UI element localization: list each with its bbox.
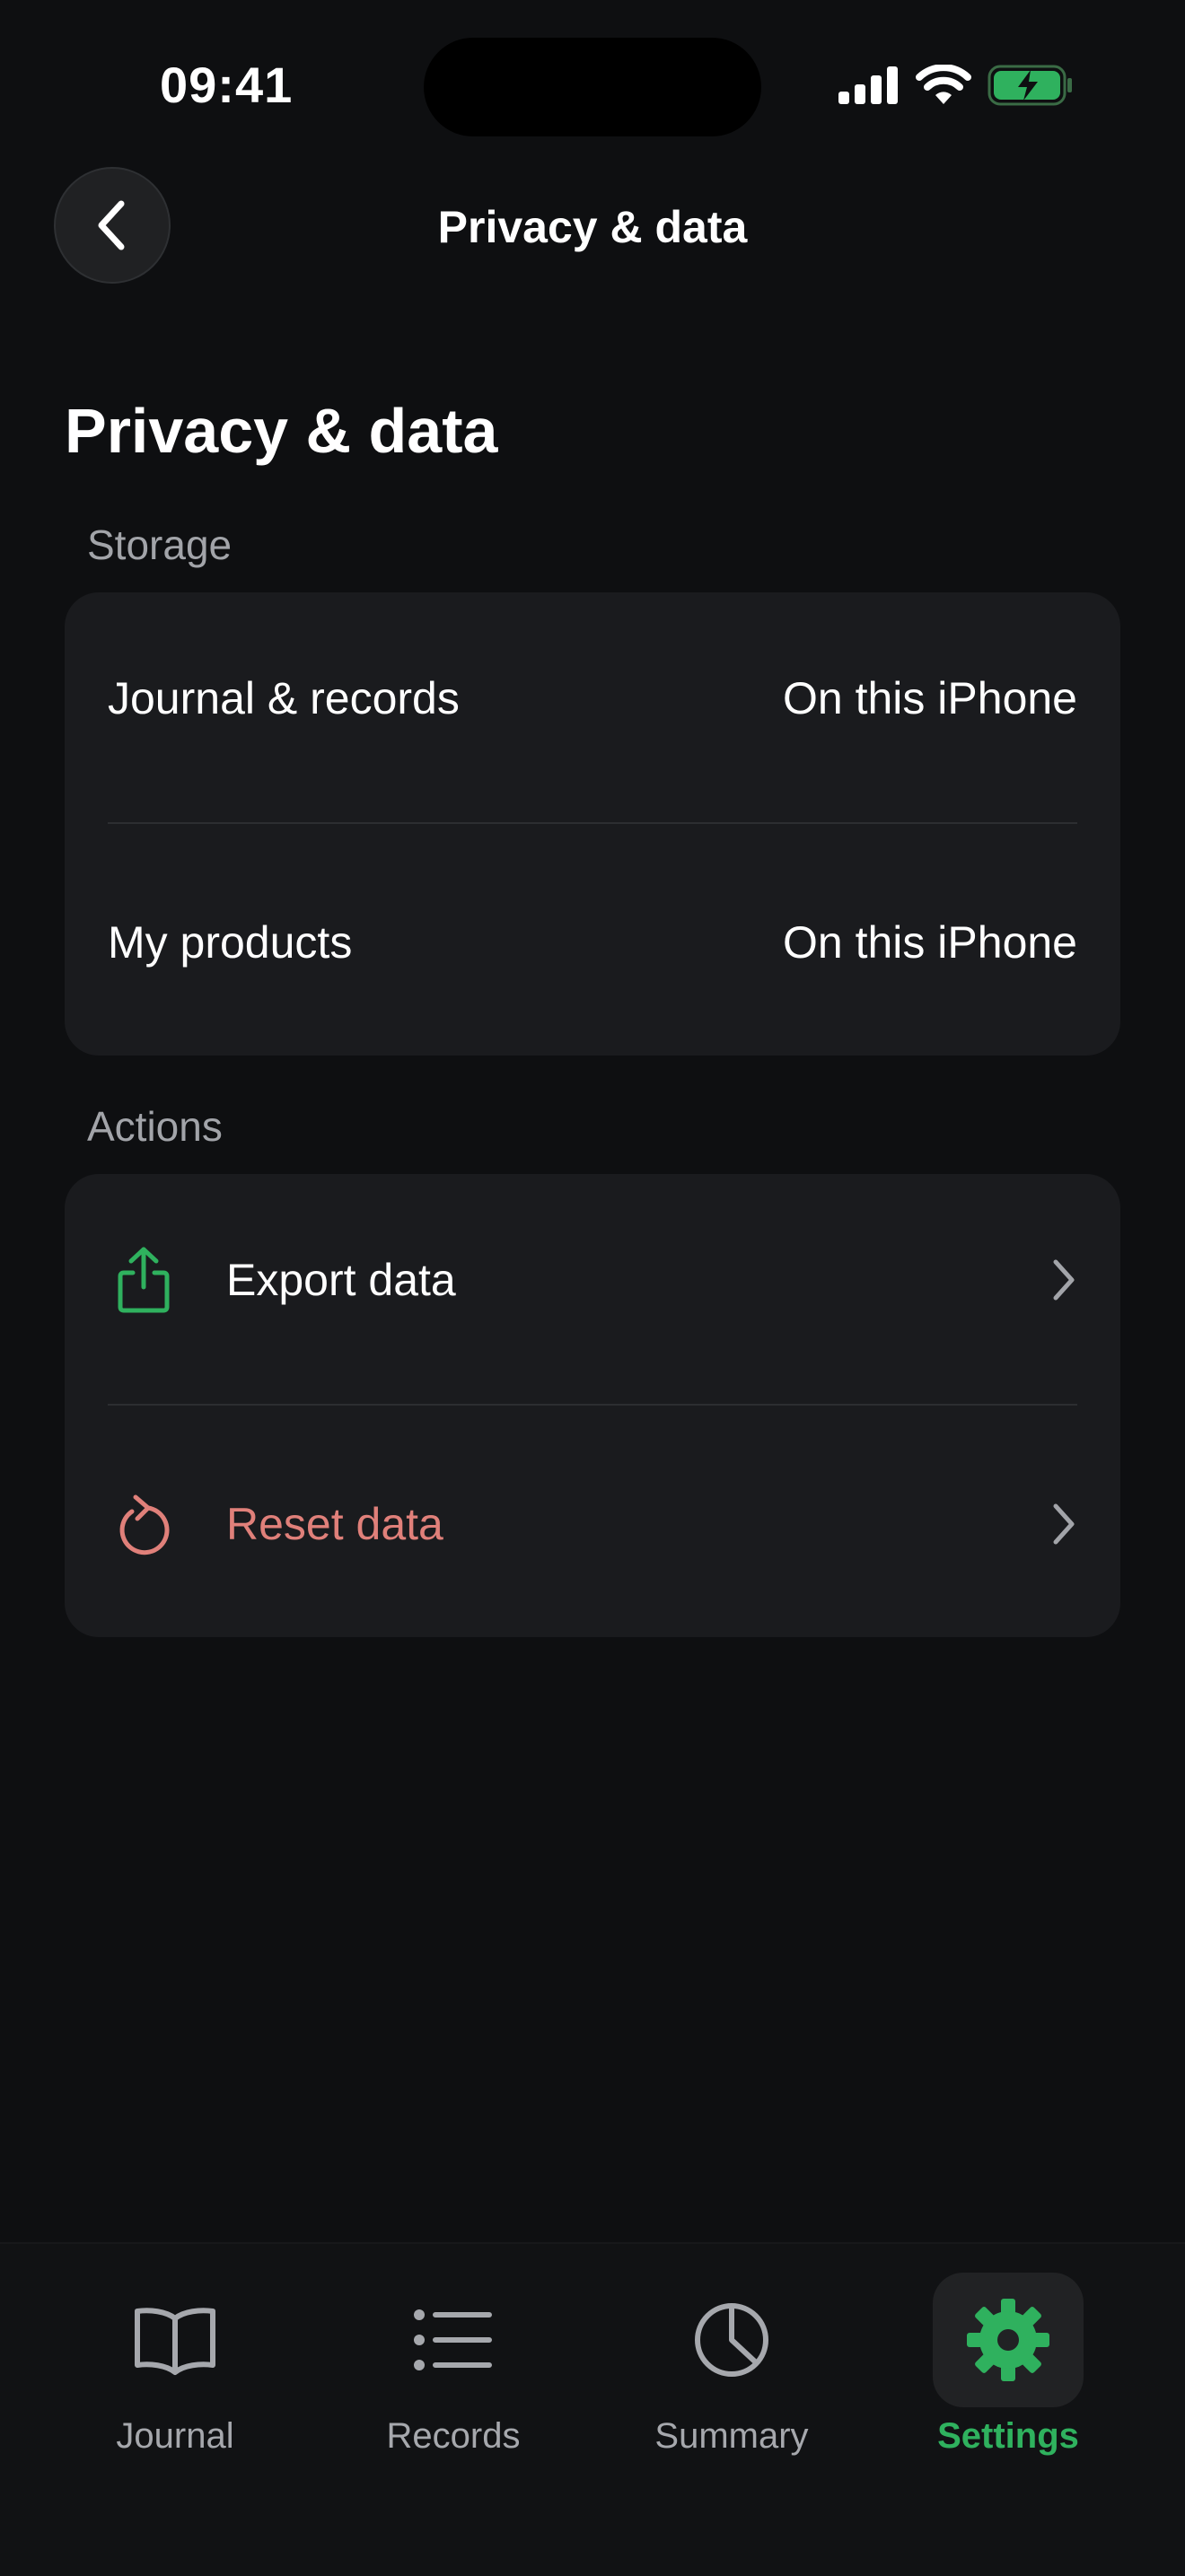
export-data-button[interactable]: Export data xyxy=(108,1174,1077,1386)
battery-charging-icon xyxy=(988,65,1072,106)
share-icon xyxy=(108,1244,180,1316)
storage-row-value: On this iPhone xyxy=(783,673,1077,723)
list-icon xyxy=(414,2309,492,2370)
nav-title: Privacy & data xyxy=(437,202,748,252)
tab-label: Journal xyxy=(116,2416,234,2456)
gear-icon xyxy=(967,2299,1049,2381)
status-time: 09:41 xyxy=(160,57,294,113)
storage-row-label: My products xyxy=(108,917,353,968)
status-bar: 09:41 xyxy=(0,0,1185,171)
export-data-label: Export data xyxy=(226,1255,456,1305)
row-divider xyxy=(108,822,1077,824)
chevron-right-icon xyxy=(1050,1502,1077,1546)
tab-settings[interactable]: Settings xyxy=(891,2273,1125,2488)
chevron-right-icon xyxy=(1050,1257,1077,1302)
book-icon xyxy=(135,2308,215,2375)
storage-row-my-products: My products On this iPhone xyxy=(108,837,1077,1048)
storage-section-label: Storage xyxy=(87,521,233,568)
tab-label: Summary xyxy=(654,2416,809,2456)
storage-row-journal-records: Journal & records On this iPhone xyxy=(108,592,1077,804)
storage-card: Journal & records On this iPhone My prod… xyxy=(65,592,1120,1056)
dynamic-island xyxy=(424,38,761,136)
tab-records[interactable]: Records xyxy=(337,2273,570,2488)
reset-icon xyxy=(108,1488,180,1560)
storage-row-label: Journal & records xyxy=(108,673,460,723)
tab-label: Records xyxy=(386,2416,521,2456)
wifi-icon xyxy=(916,65,971,104)
signal-icon xyxy=(838,66,898,104)
pie-chart-icon xyxy=(695,2303,768,2377)
actions-card: Export data Reset data xyxy=(65,1174,1120,1637)
row-divider xyxy=(108,1404,1077,1406)
page-title: Privacy & data xyxy=(65,396,498,466)
actions-section-label: Actions xyxy=(87,1103,223,1150)
tab-summary[interactable]: Summary xyxy=(615,2273,848,2488)
storage-row-value: On this iPhone xyxy=(783,917,1077,968)
tab-label: Settings xyxy=(937,2416,1079,2456)
nav-header: Privacy & data xyxy=(0,167,1185,284)
tab-bar: Journal Records Summary Settings xyxy=(0,2242,1185,2576)
reset-data-label: Reset data xyxy=(226,1499,443,1549)
status-icons xyxy=(838,65,1074,106)
tab-journal[interactable]: Journal xyxy=(58,2273,292,2488)
reset-data-button[interactable]: Reset data xyxy=(108,1418,1077,1630)
